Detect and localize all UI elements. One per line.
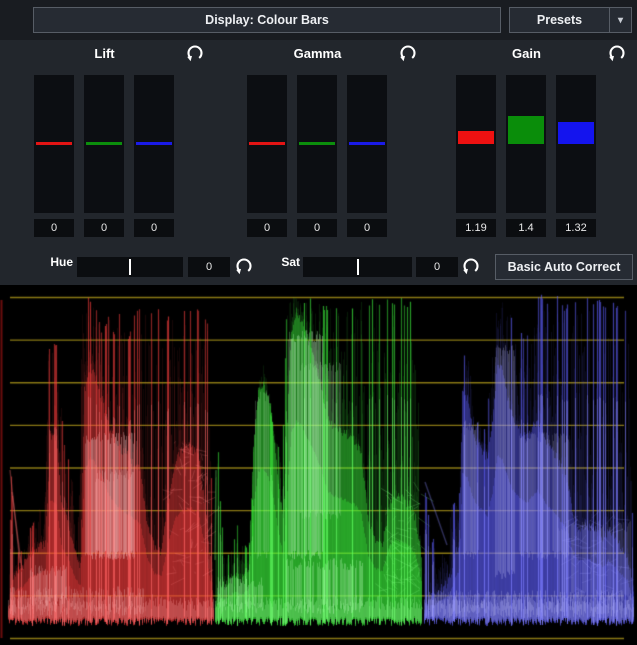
gain-green-value: 1.4 [506,219,546,237]
gamma-green-value: 0 [297,219,337,237]
lift-blue-slider[interactable] [134,75,174,213]
hue-slider[interactable] [77,257,183,277]
basic-auto-correct-label: Basic Auto Correct [508,260,621,274]
gain-red-slider[interactable] [456,75,496,213]
section-label-gamma: Gamma [247,46,388,61]
section-lift: Lift000 [34,40,206,240]
gain-blue-handle[interactable] [558,122,594,144]
reset-icon [234,256,254,276]
section-gain: Gain 1.19 1.4 1.32 [456,40,628,240]
gamma-red-value: 0 [247,219,287,237]
lift-green-value: 0 [84,219,124,237]
gain-blue-value: 1.32 [556,219,596,237]
lift-green-slider[interactable] [84,75,124,213]
basic-auto-correct-button[interactable]: Basic Auto Correct [495,254,633,280]
rgb-parade-waveform-scope [0,285,637,645]
gamma-blue-handle[interactable] [349,142,385,145]
reset-icon [185,43,205,63]
hue-reset-button[interactable] [234,256,254,276]
gain-green-slider[interactable] [506,75,546,213]
lift-red-slider[interactable] [34,75,74,213]
gamma-red-slider[interactable] [247,75,287,213]
display-colour-bars-button[interactable]: Display: Colour Bars [33,7,501,33]
gain-reset-button[interactable] [607,43,627,63]
lift-blue-value: 0 [134,219,174,237]
section-label-gain: Gain [456,46,597,61]
gamma-blue-value: 0 [347,219,387,237]
reset-icon [461,256,481,276]
sat-slider-handle[interactable] [357,259,359,275]
lift-green-handle[interactable] [86,142,122,145]
gain-green-handle[interactable] [508,116,544,144]
presets-split-button[interactable]: Presets ▾ [509,7,632,33]
hue-value: 0 [188,257,230,277]
gamma-red-handle[interactable] [249,142,285,145]
gamma-blue-slider[interactable] [347,75,387,213]
lift-red-value: 0 [34,219,74,237]
gain-red-handle[interactable] [458,131,494,144]
controls-panel: Lift000Gamma000Gain1.191.41.32 Hue 0 Sat… [0,40,637,285]
gamma-green-slider[interactable] [297,75,337,213]
lift-blue-handle[interactable] [136,142,172,145]
reset-icon [398,43,418,63]
colour-correct-panel: Display: Colour Bars Presets ▾ Lift000Ga… [0,0,637,645]
sat-label: Sat [255,252,300,272]
top-bar: Display: Colour Bars Presets ▾ [0,0,637,40]
lift-red-handle[interactable] [36,142,72,145]
sat-slider[interactable] [303,257,412,277]
display-button-label: Display: Colour Bars [205,13,329,27]
reset-icon [607,43,627,63]
hue-slider-handle[interactable] [129,259,131,275]
sat-reset-button[interactable] [461,256,481,276]
gamma-green-handle[interactable] [299,142,335,145]
lift-reset-button[interactable] [185,43,205,63]
hue-label: Hue [30,252,73,272]
gain-red-value: 1.19 [456,219,496,237]
sat-value: 0 [416,257,458,277]
gain-blue-slider[interactable] [556,75,596,213]
presets-button-label[interactable]: Presets [510,13,609,27]
section-label-lift: Lift [34,46,175,61]
gamma-reset-button[interactable] [398,43,418,63]
section-gamma: Gamma000 [247,40,419,240]
chevron-down-icon[interactable]: ▾ [610,15,631,26]
